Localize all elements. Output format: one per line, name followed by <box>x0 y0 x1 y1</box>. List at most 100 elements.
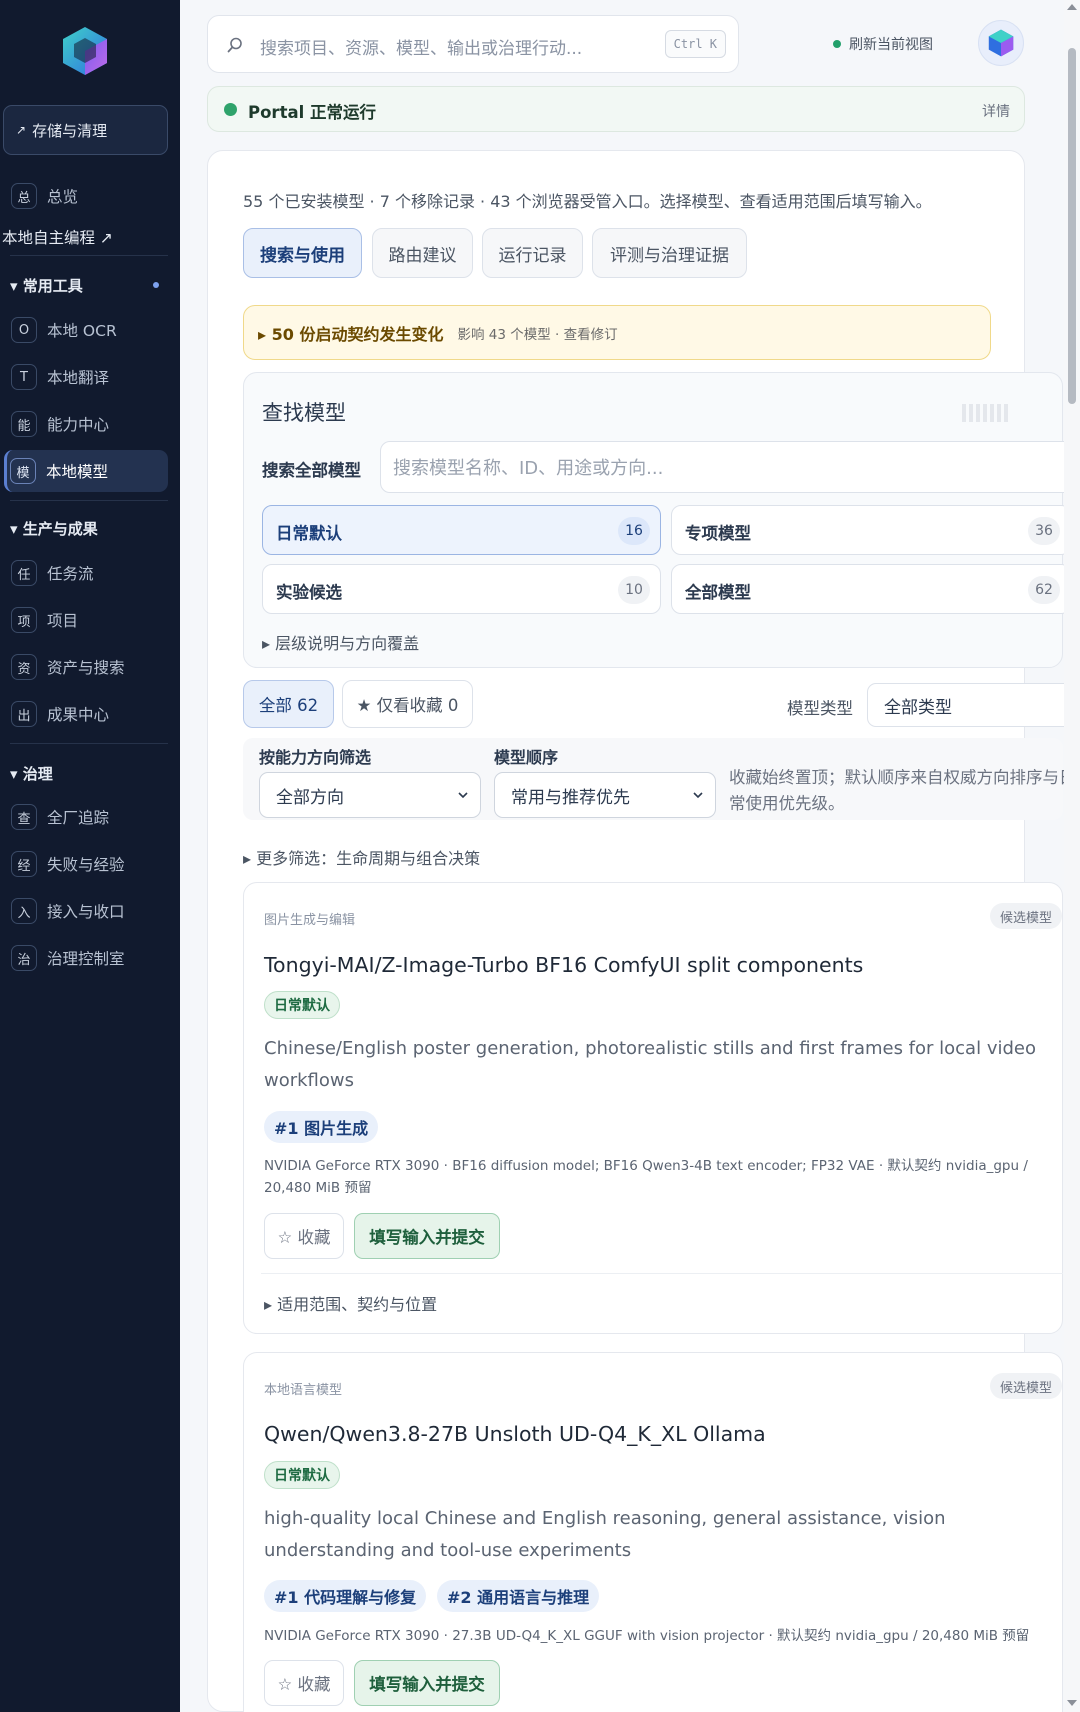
model-type-select[interactable]: 全部类型 <box>867 683 1080 727</box>
storage-cleanup-button[interactable]: ↗ 存储与清理 <box>3 105 168 155</box>
outputs-icon: 出 <box>11 701 37 727</box>
sidebar-item-outputs[interactable]: 出 成果中心 <box>8 693 168 735</box>
tab-routing[interactable]: 路由建议 <box>372 228 473 278</box>
sidebar: ↗ 存储与清理 总 总览 本地自主编程 ↗ ▾ 常用工具 O 本地 OCR T … <box>0 0 180 1712</box>
model-card <box>243 882 1063 1334</box>
projects-icon: 项 <box>11 607 37 633</box>
model-direction-tag: #1 代码理解与修复 <box>264 1580 427 1612</box>
scope-expander[interactable]: ▸ 适用范围、契约与位置 <box>264 1291 437 1315</box>
model-category: 本地语言模型 <box>264 1383 343 1398</box>
filter-all-chip[interactable]: 全部 62 <box>243 680 334 728</box>
global-search-input[interactable]: 搜索项目、资源、模型、输出或治理行动... <box>260 34 582 59</box>
sidebar-item-intake[interactable]: 入 接入与收口 <box>8 890 168 932</box>
sidebar-item-translate[interactable]: T 本地翻译 <box>8 356 168 398</box>
chevron-down-icon <box>458 792 468 799</box>
tab-run-records[interactable]: 运行记录 <box>482 228 583 278</box>
tier-label: 专项模型 <box>685 524 751 543</box>
find-models-title: 查找模型 <box>262 401 346 425</box>
model-hardware: NVIDIA GeForce RTX 3090 · BF16 diffusion… <box>264 1158 1028 1196</box>
order-select[interactable]: 常用与推荐优先 <box>494 772 716 818</box>
tier-experimental[interactable]: 实验候选 10 <box>262 564 661 614</box>
sidebar-item-local-models[interactable]: 模 本地模型 <box>4 450 168 492</box>
scrollbar-thumb[interactable] <box>1068 48 1076 404</box>
notice-title: ▸ 50 份启动契约发生变化 <box>258 324 444 344</box>
sidebar-item-control-room[interactable]: 治 治理控制室 <box>8 937 168 979</box>
tier-count: 16 <box>618 517 650 545</box>
refresh-label: 刷新当前视图 <box>849 37 933 53</box>
order-select-value: 常用与推荐优先 <box>511 787 630 808</box>
sidebar-item-assets[interactable]: 资 资产与搜索 <box>8 646 168 688</box>
sidebar-item-overview[interactable]: 总 总览 <box>8 175 168 217</box>
section-production[interactable]: ▾ 生产与成果 <box>10 518 98 539</box>
direction-select[interactable]: 全部方向 <box>259 772 481 818</box>
scroll-down-arrow-icon[interactable] <box>1067 1700 1077 1706</box>
external-link-icon: ↗ <box>16 123 27 137</box>
portal-status-text: Portal 正常运行 <box>248 103 376 122</box>
sidebar-item-tracing[interactable]: 查 全厂追踪 <box>8 796 168 838</box>
model-title: Qwen/Qwen3.8-27B Unsloth UD-Q4_K_XL Olla… <box>264 1422 766 1446</box>
status-badge: 候选模型 <box>990 903 1063 929</box>
model-description: Chinese/English poster generation, photo… <box>264 1038 1036 1091</box>
status-detail-link[interactable]: 详情 <box>982 101 1010 121</box>
refresh-view-button[interactable]: 刷新当前视图 <box>833 34 933 54</box>
tier-explanation-expander[interactable]: ▸ 层级说明与方向覆盖 <box>262 630 419 654</box>
more-filters-expander[interactable]: ▸ 更多筛选：生命周期与组合决策 <box>243 845 480 869</box>
sidebar-item-label: 总览 <box>47 188 79 206</box>
model-hardware: NVIDIA GeForce RTX 3090 · 27.3B UD-Q4_K_… <box>264 1628 1030 1644</box>
status-badge: 候选模型 <box>990 1373 1063 1399</box>
section-governance[interactable]: ▾ 治理 <box>10 763 53 784</box>
workflow-icon: 任 <box>11 560 37 586</box>
search-icon <box>227 37 242 53</box>
model-description: high-quality local Chinese and English r… <box>264 1508 946 1561</box>
sidebar-item-workflow[interactable]: 任 任务流 <box>8 552 168 594</box>
model-title: Tongyi-MAI/Z-Image-Turbo BF16 ComfyUI sp… <box>264 953 864 977</box>
sidebar-item-label: 任务流 <box>47 565 94 583</box>
model-search-input[interactable]: 搜索模型名称、ID、用途或方向... <box>380 441 1080 493</box>
fill-input-submit-button[interactable]: 填写输入并提交 <box>354 1660 500 1706</box>
loading-indicator-icon <box>962 404 1008 422</box>
sidebar-item-local-dev[interactable]: 本地自主编程 ↗ <box>2 226 113 248</box>
failures-icon: 经 <box>11 851 37 877</box>
chevron-down-icon <box>693 792 703 799</box>
intake-icon: 入 <box>11 898 37 924</box>
fill-input-submit-button[interactable]: 填写输入并提交 <box>354 1213 500 1259</box>
sidebar-item-label: 全厂追踪 <box>47 809 110 827</box>
order-note: 收藏始终置顶；默认顺序来自权威方向排序与日常使用优先级。 <box>729 768 1076 813</box>
sidebar-item-label: 治理控制室 <box>47 950 125 968</box>
sidebar-divider <box>10 255 168 256</box>
portal-status-bar: Portal 正常运行 详情 <box>207 86 1025 132</box>
tab-search-use[interactable]: 搜索与使用 <box>243 228 362 278</box>
model-type-label: 模型类型 <box>787 699 853 718</box>
model-search-label: 搜索全部模型 <box>262 461 361 480</box>
model-direction-tag: #1 图片生成 <box>264 1111 379 1143</box>
contract-change-notice[interactable]: ▸ 50 份启动契约发生变化 影响 43 个模型 · 查看修订 <box>243 305 991 360</box>
tier-all-models[interactable]: 全部模型 62 <box>671 564 1071 614</box>
assets-icon: 资 <box>11 654 37 680</box>
app-logo-icon[interactable] <box>58 24 112 78</box>
model-search-placeholder: 搜索模型名称、ID、用途或方向... <box>393 458 664 479</box>
status-ok-dot <box>224 103 237 116</box>
ocr-icon: O <box>11 317 37 343</box>
scroll-up-arrow-icon[interactable] <box>1067 4 1077 10</box>
sidebar-item-failures[interactable]: 经 失败与经验 <box>8 843 168 885</box>
sidebar-item-label: 本地翻译 <box>47 369 110 387</box>
sidebar-item-projects[interactable]: 项 项目 <box>8 599 168 641</box>
favorite-button[interactable]: ☆ 收藏 <box>264 1660 344 1706</box>
tier-daily-default[interactable]: 日常默认 16 <box>262 505 661 555</box>
sidebar-item-capability[interactable]: 能 能力中心 <box>8 403 168 445</box>
section-common-tools[interactable]: ▾ 常用工具 <box>10 275 83 296</box>
model-direction-tag: #2 通用语言与推理 <box>437 1580 600 1612</box>
tab-eval-evidence[interactable]: 评测与治理证据 <box>592 228 747 278</box>
tier-specialized[interactable]: 专项模型 36 <box>671 505 1071 555</box>
sidebar-item-label: 资产与搜索 <box>47 659 125 677</box>
capability-icon: 能 <box>11 411 37 437</box>
filter-favorites-chip[interactable]: ★ 仅看收藏 0 <box>342 680 473 728</box>
favorite-button[interactable]: ☆ 收藏 <box>264 1213 344 1259</box>
user-avatar[interactable] <box>978 20 1024 66</box>
order-label: 模型顺序 <box>494 748 559 767</box>
tier-label: 全部模型 <box>685 583 751 602</box>
tier-count: 62 <box>1028 576 1060 604</box>
global-search-bar[interactable]: 搜索项目、资源、模型、输出或治理行动... Ctrl K <box>207 15 739 73</box>
sidebar-item-ocr[interactable]: O 本地 OCR <box>8 309 168 351</box>
sidebar-item-label: 本地 OCR <box>47 322 117 340</box>
